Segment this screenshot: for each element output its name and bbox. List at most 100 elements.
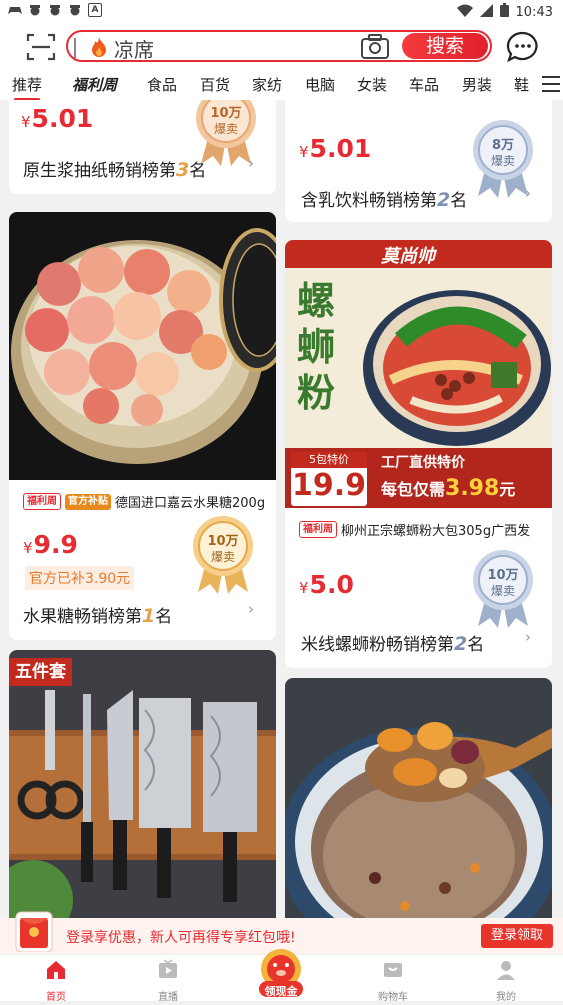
brand-name: 莫尚帅	[381, 246, 435, 267]
bug-icon	[28, 3, 42, 17]
promo-each-price: 3.98	[445, 476, 500, 501]
welfare-week-tag: 福利周	[299, 521, 337, 538]
medal-label: 爆卖	[210, 550, 235, 564]
medal-count: 10万	[210, 106, 242, 121]
product-card[interactable]: 福利周 官方补贴 德国进口嘉云水果糖200g ¥9.9 官方已补3.90元 10…	[9, 212, 276, 640]
noodle-bowl-illustration	[363, 290, 551, 446]
product-card[interactable]: 莫尚帅 螺 蛳 粉 5包特价 19.9 工厂直供特价 每包仅需3.98元 福利周…	[285, 240, 552, 668]
welfare-week-tag: 福利周	[23, 493, 61, 510]
price: ¥5.0	[299, 570, 354, 599]
nav-label: 直播	[158, 992, 178, 1003]
message-icon[interactable]	[506, 30, 540, 64]
scan-icon[interactable]	[26, 32, 56, 62]
rank-suffix: 名	[155, 607, 173, 627]
tab-label: 百货	[200, 76, 231, 94]
product-card[interactable]: ¥5.01 10万 爆卖 原生浆抽纸畅销榜第3名 ›	[9, 100, 276, 194]
banner-char: 蛳	[297, 325, 336, 369]
search-button[interactable]: 搜索	[402, 33, 488, 59]
nav-live[interactable]: 直播	[128, 957, 208, 1003]
nav-profile[interactable]: 我的	[466, 957, 546, 1003]
nav-label: 首页	[46, 992, 66, 1003]
divider	[74, 38, 76, 58]
menu-icon[interactable]	[540, 76, 560, 92]
ranking-label[interactable]: 含乳饮料畅销榜第2名	[301, 186, 467, 211]
subsidy-label: 官方已补3.90元	[25, 566, 135, 590]
product-card[interactable]: 五件套	[9, 650, 276, 918]
rank-number: 2	[437, 189, 451, 211]
user-icon	[497, 961, 515, 980]
tab-label: 女装	[357, 76, 388, 94]
product-card[interactable]	[285, 678, 552, 918]
search-header: 凉席 搜索	[0, 24, 563, 70]
chevron-right-icon: ›	[525, 628, 531, 646]
promo-unit: 元	[499, 480, 516, 499]
game-controller-icon	[8, 3, 22, 17]
rank-text: 水果糖畅销榜第	[23, 607, 142, 627]
tab-label: 鞋	[514, 76, 530, 94]
rank-number: 2	[454, 633, 468, 655]
rank-number: 3	[176, 159, 190, 181]
price-value: 5.0	[309, 570, 354, 599]
medal-label: 爆卖	[213, 122, 238, 136]
medal-count: 8万	[491, 138, 515, 153]
home-icon	[47, 961, 65, 979]
rank-number: 1	[142, 605, 156, 627]
category-tabs: 推荐 福利周 食品 百货 家纺 电脑 女装 车品 男装 鞋	[0, 70, 563, 101]
red-envelope-icon	[15, 911, 53, 952]
promo-each-text: 每包仅需	[381, 480, 446, 499]
nav-claim-cash[interactable]: 领现金	[245, 947, 317, 1001]
currency-symbol: ¥	[21, 113, 31, 131]
tab-womens-clothing[interactable]: 女装	[357, 74, 387, 95]
rank-text: 米线螺蛳粉畅销榜第	[301, 635, 454, 655]
menu-line	[542, 83, 560, 85]
camera-icon[interactable]	[360, 34, 390, 60]
tab-label: 食品	[147, 76, 178, 94]
search-placeholder: 凉席	[114, 38, 154, 62]
clock-time: 10:43	[515, 4, 553, 20]
tab-recommend[interactable]: 推荐	[12, 74, 42, 101]
rank-suffix: 名	[467, 635, 485, 655]
nav-cart[interactable]: 购物车	[353, 957, 433, 1003]
tab-car-products[interactable]: 车品	[409, 74, 439, 95]
bottom-navigation: 首页 直播 领现金 购物车 我的	[0, 949, 563, 1003]
search-input[interactable]: 凉席 搜索	[66, 30, 492, 62]
banner-char: 螺	[297, 279, 336, 323]
medal-count: 10万	[207, 534, 239, 549]
tab-label: 男装	[462, 76, 493, 94]
product-card[interactable]: ¥5.01 8万 爆卖 含乳饮料畅销榜第2名 ›	[285, 100, 552, 222]
bug-icon	[48, 3, 62, 17]
medal-label: 爆卖	[490, 154, 515, 168]
product-banner-text: 螺 蛳 粉	[297, 278, 343, 416]
bug-icon	[68, 3, 82, 17]
gold-medal-badge: 10万 爆卖	[188, 512, 258, 594]
tab-mens-clothing[interactable]: 男装	[462, 74, 492, 95]
login-claim-button[interactable]: 登录领取	[481, 924, 553, 948]
tab-food[interactable]: 食品	[147, 74, 177, 95]
price: ¥9.9	[23, 530, 78, 559]
price: ¥5.01	[21, 104, 93, 133]
product-tags: 福利周 官方补贴 德国进口嘉云水果糖200g	[23, 492, 265, 511]
tab-welfare-week[interactable]: 福利周	[72, 74, 117, 95]
tab-general-goods[interactable]: 百货	[200, 74, 230, 95]
ranking-label[interactable]: 水果糖畅销榜第1名	[23, 602, 172, 627]
tab-shoes[interactable]: 鞋	[514, 74, 529, 95]
price-value: 5.01	[309, 134, 372, 163]
menu-line	[542, 90, 560, 92]
tab-label: 福利周	[72, 76, 118, 94]
chevron-right-icon: ›	[248, 600, 254, 618]
silver-medal-badge: 10万 爆卖	[468, 546, 538, 628]
tab-home-textiles[interactable]: 家纺	[252, 74, 282, 95]
rank-text: 含乳饮料畅销榜第	[301, 191, 437, 211]
ranking-label[interactable]: 原生浆抽纸畅销榜第3名	[23, 156, 206, 181]
currency-symbol: ¥	[299, 579, 309, 597]
nav-home[interactable]: 首页	[16, 957, 96, 1003]
chevron-right-icon: ›	[525, 184, 531, 202]
promo-factory-label: 工厂直供特价	[381, 455, 465, 471]
price: ¥5.01	[299, 134, 371, 163]
nav-label: 我的	[496, 992, 516, 1003]
tab-computers[interactable]: 电脑	[305, 74, 335, 95]
price-value: 5.01	[31, 104, 94, 133]
ranking-label[interactable]: 米线螺蛳粉畅销榜第2名	[301, 630, 484, 655]
medal-label: 爆卖	[490, 584, 515, 598]
official-subsidy-tag: 官方补贴	[65, 493, 111, 510]
